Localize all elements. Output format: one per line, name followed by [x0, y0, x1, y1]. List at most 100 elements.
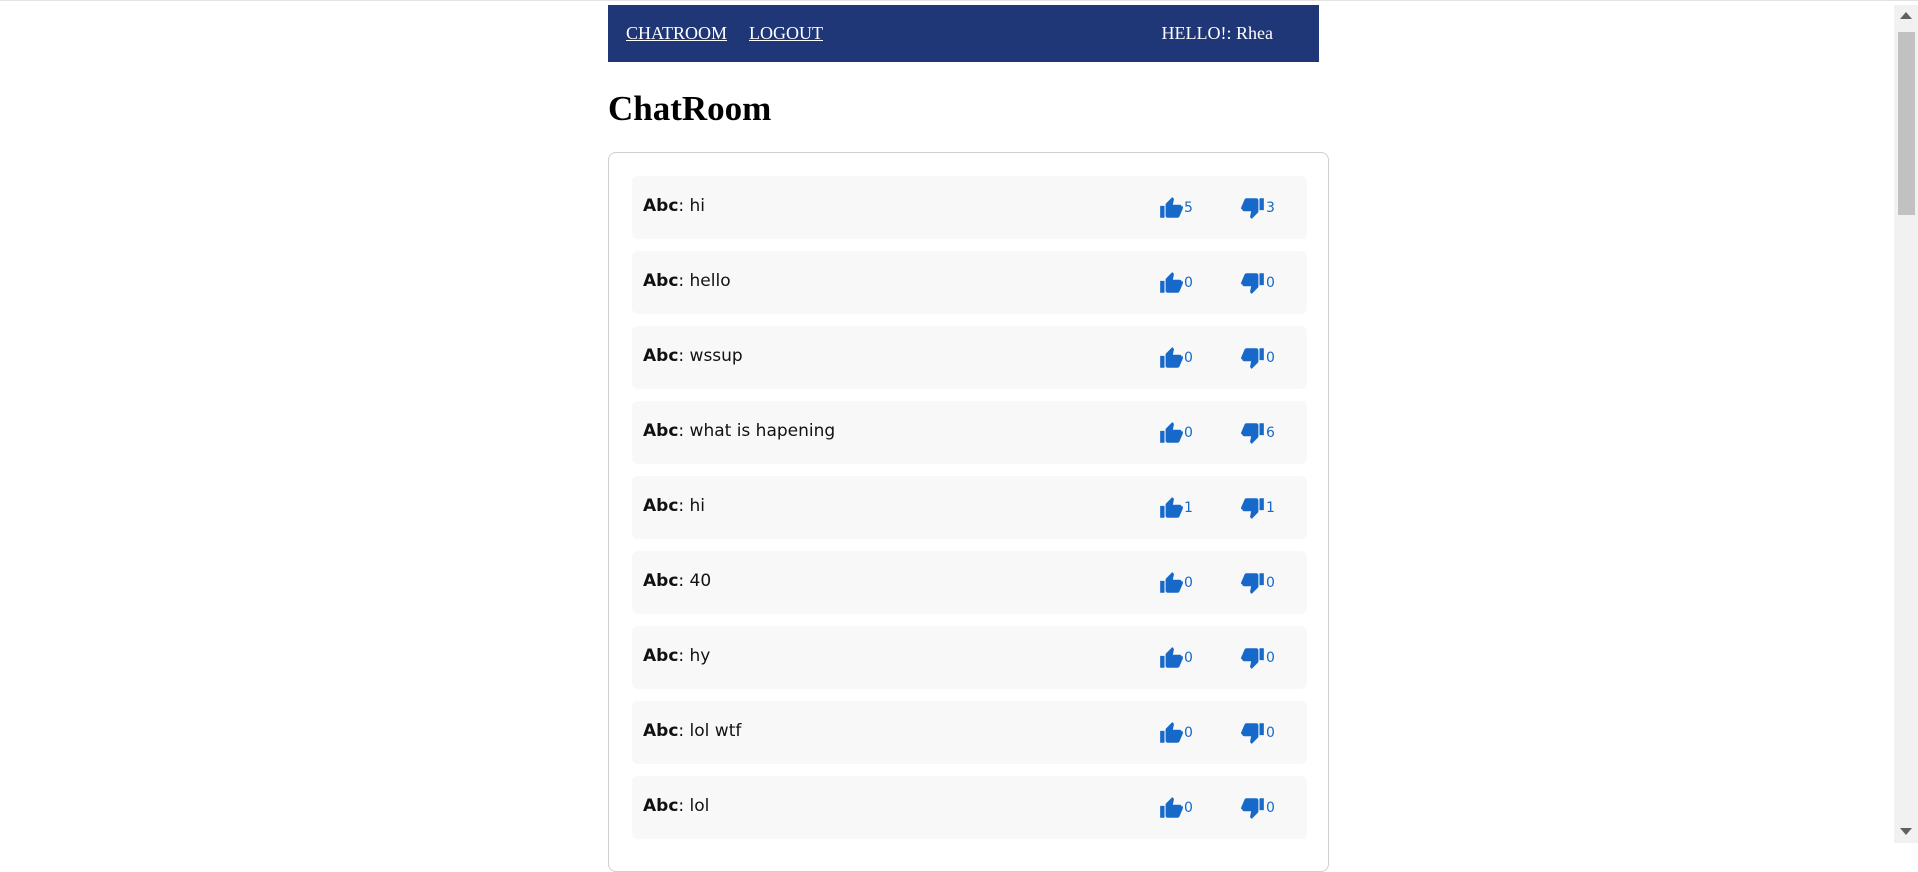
dislike-count: 0 [1266, 275, 1275, 291]
browser-top-border [0, 0, 1918, 4]
message-item: Abc: hi 5 3 [632, 176, 1307, 239]
message-body: : hi [678, 496, 706, 516]
message-author: Abc [643, 196, 679, 216]
message-item: Abc: 40 0 0 [632, 551, 1307, 614]
message-text: Abc: lol wtf [643, 721, 741, 741]
message-body: : hi [678, 196, 706, 216]
thumbs-up-icon [1158, 720, 1184, 746]
thumbs-up-icon [1158, 270, 1184, 296]
like-button[interactable]: 5 [1158, 195, 1193, 221]
message-item: Abc: hello 0 0 [632, 251, 1307, 314]
message-author: Abc [643, 421, 679, 441]
scroll-down-arrow-icon[interactable] [1900, 828, 1912, 835]
nav-chatroom-link[interactable]: CHATROOM [626, 23, 727, 44]
page-container: CHATROOM LOGOUT HELLO!: Rhea ChatRoom Ab… [608, 5, 1332, 872]
dislike-button[interactable]: 0 [1240, 345, 1275, 371]
message-item: Abc: wssup 0 0 [632, 326, 1307, 389]
dislike-count: 0 [1266, 350, 1275, 366]
message-author: Abc [643, 571, 679, 591]
like-button[interactable]: 0 [1158, 270, 1193, 296]
like-count: 0 [1184, 575, 1193, 591]
message-item: Abc: lol 0 0 [632, 776, 1307, 839]
thumbs-down-icon [1240, 345, 1266, 371]
like-button[interactable]: 0 [1158, 795, 1193, 821]
message-text: Abc: hi [643, 496, 705, 516]
thumbs-down-icon [1240, 570, 1266, 596]
message-body: : what is hapening [678, 421, 836, 441]
like-button[interactable]: 0 [1158, 570, 1193, 596]
message-author: Abc [643, 721, 679, 741]
thumbs-down-icon [1240, 195, 1266, 221]
dislike-count: 6 [1266, 425, 1275, 441]
message-author: Abc [643, 271, 679, 291]
page-scrollbar[interactable] [1894, 5, 1918, 843]
thumbs-up-icon [1158, 420, 1184, 446]
message-text: Abc: 40 [643, 571, 711, 591]
dislike-button[interactable]: 0 [1240, 645, 1275, 671]
like-count: 5 [1184, 200, 1193, 216]
dislike-button[interactable]: 0 [1240, 720, 1275, 746]
thumbs-up-icon [1158, 570, 1184, 596]
dislike-count: 0 [1266, 800, 1275, 816]
dislike-count: 0 [1266, 725, 1275, 741]
navbar: CHATROOM LOGOUT HELLO!: Rhea [608, 5, 1319, 62]
thumbs-up-icon [1158, 495, 1184, 521]
scroll-thumb[interactable] [1898, 32, 1915, 215]
like-button[interactable]: 1 [1158, 495, 1193, 521]
like-count: 0 [1184, 350, 1193, 366]
dislike-button[interactable]: 1 [1240, 495, 1275, 521]
thumbs-down-icon [1240, 270, 1266, 296]
message-author: Abc [643, 796, 679, 816]
message-text: Abc: hi [643, 196, 705, 216]
message-item: Abc: hy 0 0 [632, 626, 1307, 689]
message-body: : lol wtf [678, 721, 742, 741]
thumbs-down-icon [1240, 720, 1266, 746]
chat-card: Abc: hi 5 3 Abc: hello 0 0 Abc: wssup 0 … [608, 152, 1329, 872]
like-count: 0 [1184, 800, 1193, 816]
message-author: Abc [643, 346, 679, 366]
message-text: Abc: what is hapening [643, 421, 835, 441]
thumbs-up-icon [1158, 645, 1184, 671]
thumbs-up-icon [1158, 795, 1184, 821]
thumbs-down-icon [1240, 495, 1266, 521]
like-count: 1 [1184, 500, 1193, 516]
message-author: Abc [643, 496, 679, 516]
dislike-count: 0 [1266, 650, 1275, 666]
message-body: : 40 [678, 571, 712, 591]
message-item: Abc: hi 1 1 [632, 476, 1307, 539]
thumbs-up-icon [1158, 345, 1184, 371]
message-item: Abc: lol wtf 0 0 [632, 701, 1307, 764]
like-count: 0 [1184, 650, 1193, 666]
like-button[interactable]: 0 [1158, 345, 1193, 371]
dislike-button[interactable]: 0 [1240, 795, 1275, 821]
message-body: : lol [678, 796, 710, 816]
dislike-button[interactable]: 0 [1240, 270, 1275, 296]
like-button[interactable]: 0 [1158, 645, 1193, 671]
message-text: Abc: wssup [643, 346, 743, 366]
dislike-count: 1 [1266, 500, 1275, 516]
thumbs-down-icon [1240, 795, 1266, 821]
like-button[interactable]: 0 [1158, 420, 1193, 446]
dislike-button[interactable]: 3 [1240, 195, 1275, 221]
user-greeting: HELLO!: Rhea [1161, 23, 1273, 43]
scroll-up-arrow-icon[interactable] [1900, 12, 1912, 19]
message-body: : hello [678, 271, 731, 291]
message-body: : wssup [678, 346, 743, 366]
like-count: 0 [1184, 275, 1193, 291]
like-button[interactable]: 0 [1158, 720, 1193, 746]
thumbs-up-icon [1158, 195, 1184, 221]
message-text: Abc: hello [643, 271, 731, 291]
like-count: 0 [1184, 425, 1193, 441]
page-title: ChatRoom [608, 89, 772, 128]
thumbs-down-icon [1240, 420, 1266, 446]
dislike-count: 0 [1266, 575, 1275, 591]
like-count: 0 [1184, 725, 1193, 741]
message-list: Abc: hi 5 3 Abc: hello 0 0 Abc: wssup 0 … [632, 176, 1307, 851]
message-text: Abc: lol [643, 796, 709, 816]
nav-logout-link[interactable]: LOGOUT [749, 23, 823, 44]
message-text: Abc: hy [643, 646, 710, 666]
dislike-button[interactable]: 6 [1240, 420, 1275, 446]
message-item: Abc: what is hapening 0 6 [632, 401, 1307, 464]
dislike-button[interactable]: 0 [1240, 570, 1275, 596]
thumbs-down-icon [1240, 645, 1266, 671]
